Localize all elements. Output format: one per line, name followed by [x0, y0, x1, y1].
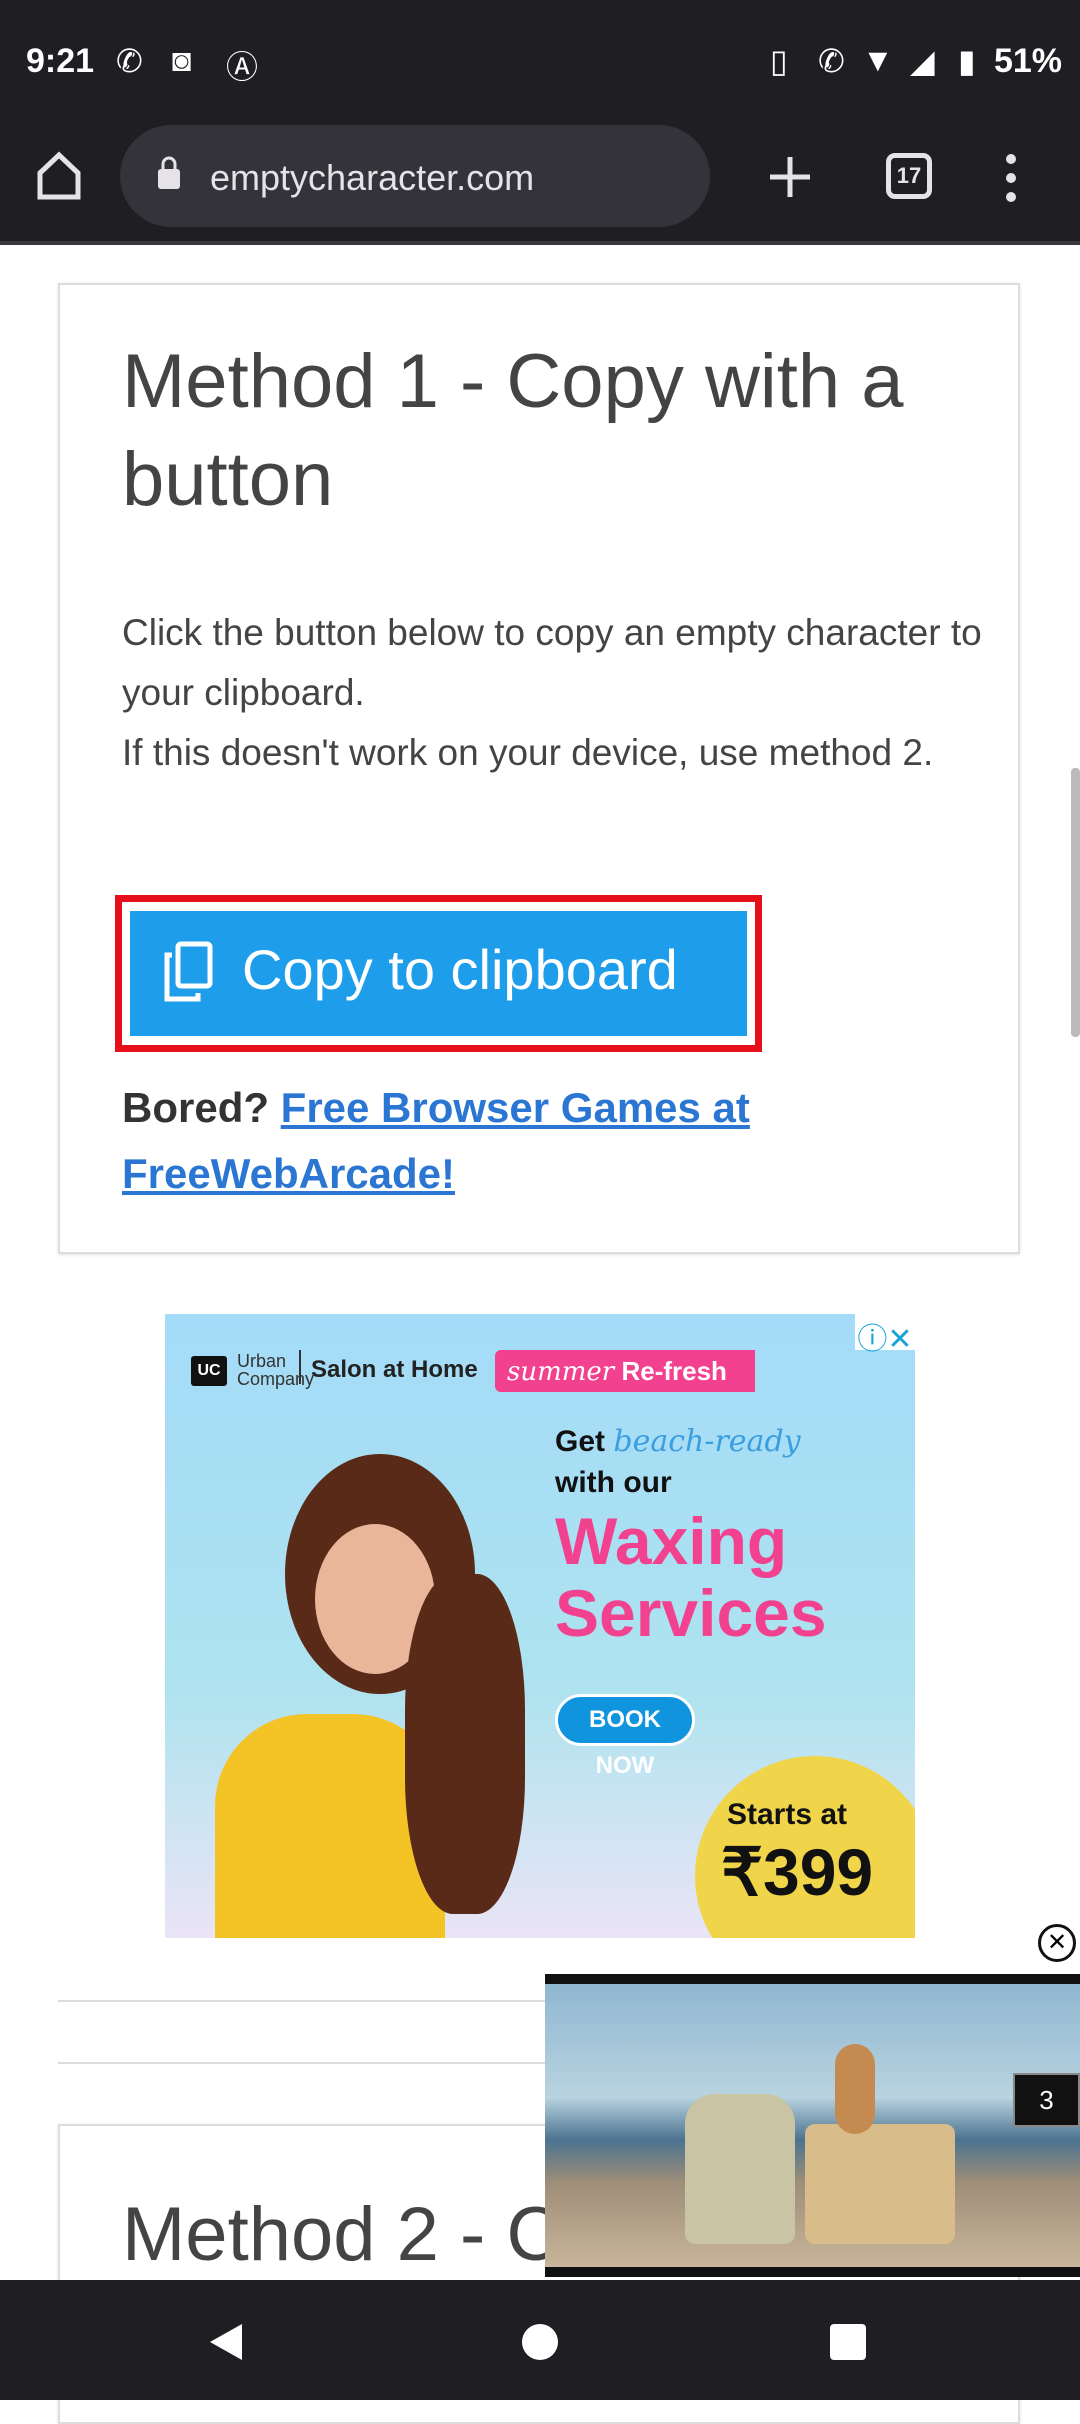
ad-price-circle: Starts at ₹399 — [695, 1756, 915, 1938]
copy-button-highlight: Copy to clipboard — [115, 895, 762, 1052]
status-bar: 9:21 ✆ ◙ Ⓐ ▯ ✆ ▼ ◢ ▮ 51% — [0, 0, 1080, 115]
whatsapp-icon: ✆ — [116, 43, 143, 79]
headline-script: beach-ready — [613, 1424, 801, 1459]
copy-button-label: Copy to clipboard — [242, 938, 678, 1001]
home-icon[interactable] — [36, 151, 82, 201]
price-label: Starts at — [727, 1798, 848, 1831]
battery-level: 51% — [993, 42, 1062, 80]
navigation-bar — [0, 2280, 1080, 2400]
url-text: emptycharacter.com — [210, 157, 535, 198]
recents-icon[interactable] — [830, 2324, 866, 2360]
urban-company-logo: UC — [191, 1356, 227, 1386]
app-a-icon: Ⓐ — [226, 49, 259, 85]
method1-description: Click the button below to copy an empty … — [122, 612, 982, 713]
ad-close-icon[interactable]: ✕ — [887, 1323, 912, 1356]
lock-icon — [158, 156, 180, 189]
address-bar[interactable]: emptycharacter.com — [120, 125, 710, 227]
advertisement-banner[interactable]: ⓘ✕ UC Urban Company Salon at Home summer … — [165, 1314, 915, 1938]
wifi-icon: ▼ — [862, 42, 894, 78]
wifi-calling-icon: ✆ — [818, 43, 845, 79]
price-value: ₹399 — [721, 1835, 874, 1909]
browser-toolbar: emptycharacter.com 17 — [0, 115, 1080, 245]
badge-script: summer — [507, 1357, 615, 1387]
back-icon[interactable] — [208, 2322, 244, 2362]
ad-book-now-button[interactable]: BOOK NOW — [555, 1694, 695, 1779]
battery-icon: ▮ — [958, 43, 976, 79]
ad-info-icon[interactable]: ⓘ — [857, 1323, 887, 1356]
instagram-icon: ◙ — [172, 42, 192, 78]
page-scrollbar[interactable] — [1071, 768, 1080, 1037]
bored-line: Bored? Free Browser Games at FreeWebArca… — [122, 1075, 822, 1207]
vibrate-icon: ▯ — [770, 43, 788, 79]
ad-badge: summer Re-fresh — [495, 1350, 755, 1392]
more-menu-icon[interactable] — [996, 153, 1026, 203]
ad-tagline: Salon at Home — [311, 1356, 478, 1383]
tab-switcher-button[interactable]: 17 — [886, 153, 932, 199]
signal-icon: ◢ — [910, 43, 935, 79]
video-frame — [545, 1984, 1080, 2267]
ad-choices[interactable]: ⓘ✕ — [855, 1314, 915, 1356]
home-nav-icon[interactable] — [522, 2324, 558, 2360]
video-counter: 3 — [1013, 2073, 1080, 2127]
bored-label: Bored? — [122, 1084, 269, 1131]
method2-title: Method 2 - C — [122, 2192, 562, 2277]
brand-line1: Urban — [237, 1351, 287, 1371]
ad-model-photo — [165, 1414, 545, 1938]
clock: 9:21 — [26, 42, 95, 80]
floating-video-player[interactable]: 3 — [545, 1974, 1080, 2277]
headline-waxing: Waxing — [555, 1504, 788, 1578]
copy-to-clipboard-button[interactable]: Copy to clipboard — [130, 911, 747, 1036]
badge-text: Re-fresh — [621, 1356, 727, 1386]
ad-brand: Urban Company — [237, 1352, 314, 1388]
method1-fallback-note: If this doesn't work on your device, use… — [122, 732, 934, 773]
headline-services: Services — [555, 1576, 827, 1650]
headline-get: Get — [555, 1425, 606, 1458]
brand-line2: Company — [237, 1369, 315, 1389]
video-close-icon[interactable]: ✕ — [1038, 1924, 1076, 1962]
new-tab-icon[interactable] — [768, 155, 812, 199]
copy-icon — [164, 941, 213, 1002]
method1-title: Method 1 - Copy with a button — [122, 339, 904, 522]
headline-with-our: with our — [555, 1466, 672, 1499]
method1-card: Method 1 - Copy with a button Click the … — [58, 283, 1020, 1254]
